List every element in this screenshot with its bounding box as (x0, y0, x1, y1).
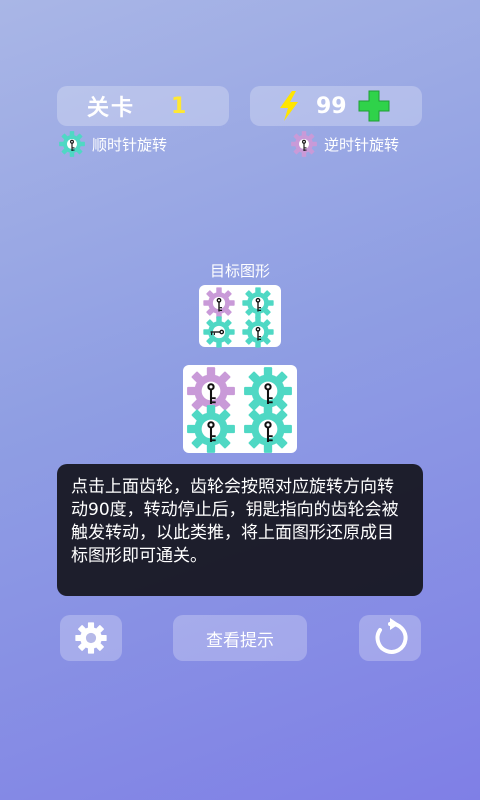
lightning-icon (280, 91, 298, 121)
energy-panel: 99 (250, 86, 422, 126)
puzzle-board (183, 365, 297, 453)
settings-button[interactable] (60, 615, 122, 661)
legend-clockwise: 顺时针旋转 (58, 130, 167, 158)
legend-clockwise-label: 顺时针旋转 (92, 135, 168, 154)
instructions-box: 点击上面齿轮，齿轮会按照对应旋转方向转动90度，转动停止后，钥匙指向的齿轮会被触… (57, 464, 423, 596)
legend-counterclockwise: 逆时针旋转 (290, 130, 399, 158)
energy-count: 99 (316, 93, 347, 119)
view-hint-button[interactable]: 查看提示 (173, 615, 307, 661)
clockwise-gear-icon (59, 131, 85, 157)
target-label: 目标图形 (209, 262, 270, 280)
level-panel: 关卡 1 (57, 86, 229, 126)
target-pattern (199, 285, 281, 348)
plus-icon[interactable] (357, 89, 391, 123)
restart-icon (375, 618, 408, 654)
puzzle-gear-bottom-right[interactable] (242, 403, 294, 455)
gear-icon (75, 622, 107, 654)
target-gear-bottom-left (203, 316, 235, 348)
level-label: 关卡 (87, 96, 136, 121)
instructions-text: 点击上面齿轮，齿轮会按照对应旋转方向转动90度，转动停止后，钥匙指向的齿轮会被触… (71, 477, 399, 566)
target-gear-bottom-right (242, 316, 274, 348)
level-number: 1 (171, 93, 187, 119)
counterclockwise-gear-icon (291, 131, 317, 157)
restart-button[interactable] (359, 615, 421, 661)
puzzle-gear-bottom-left[interactable] (185, 403, 237, 455)
legend-counterclockwise-label: 逆时针旋转 (324, 135, 400, 154)
